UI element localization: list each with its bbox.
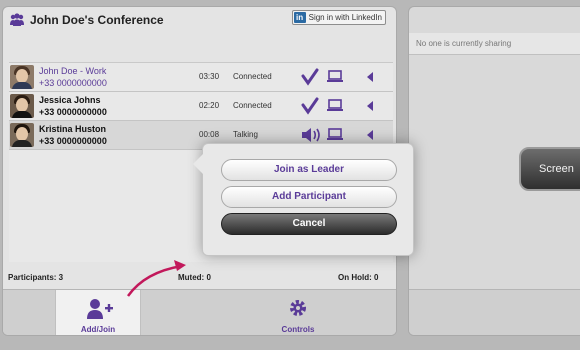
participant-row[interactable]: John Doe - Work +33 0000000000 03:30 Con…: [9, 63, 393, 92]
annotation-arrow-icon: [126, 260, 186, 297]
linkedin-logo-icon: in: [293, 12, 306, 23]
on-hold-count: On Hold: 0: [338, 273, 379, 282]
screen-share-icon[interactable]: [327, 70, 343, 84]
sharing-panel: No one is currently sharing Screen: [408, 6, 580, 336]
add-join-label: Add/Join: [80, 325, 116, 334]
add-participant-button[interactable]: Add Participant: [221, 186, 397, 208]
screen-share-label: Screen: [539, 163, 574, 175]
linkedin-signin-label: Sign in with LinkedIn: [308, 13, 382, 22]
sharing-status-text: No one is currently sharing: [416, 39, 512, 48]
participant-status: Connected: [233, 101, 272, 110]
check-icon[interactable]: [301, 68, 319, 86]
avatar: [10, 123, 34, 147]
linkedin-signin-button[interactable]: in Sign in with LinkedIn: [291, 10, 386, 25]
check-icon[interactable]: [301, 97, 319, 115]
avatar: [10, 94, 34, 118]
participant-number: +33 0000000000: [39, 78, 107, 88]
controls-button[interactable]: Controls: [255, 290, 341, 335]
screen-share-button[interactable]: Screen: [519, 147, 580, 191]
controls-label: Controls: [281, 325, 315, 334]
participant-duration: 02:20: [199, 101, 220, 110]
participant-status: Talking: [233, 130, 258, 139]
row-expand-arrow-icon[interactable]: [367, 72, 373, 82]
participant-number: +33 0000000000: [39, 107, 107, 117]
join-as-leader-button[interactable]: Join as Leader: [221, 159, 397, 181]
conference-header: John Doe's Conference in Sign in with Li…: [3, 7, 396, 33]
screen-share-icon[interactable]: [327, 99, 343, 113]
speaker-icon[interactable]: [301, 126, 323, 144]
add-user-icon: [87, 299, 113, 319]
screen-share-icon[interactable]: [327, 128, 343, 142]
participant-name: Jessica Johns: [39, 95, 101, 105]
participant-status: Connected: [233, 72, 272, 81]
row-expand-arrow-icon[interactable]: [367, 101, 373, 111]
participant-duration: 00:08: [199, 130, 220, 139]
participant-duration: 03:30: [199, 72, 220, 81]
conference-group-icon: [10, 13, 24, 26]
avatar: [10, 65, 34, 89]
sharing-status-bar: No one is currently sharing: [409, 33, 580, 55]
cancel-button[interactable]: Cancel: [221, 213, 397, 235]
conference-title: John Doe's Conference: [30, 13, 164, 27]
participant-number: +33 0000000000: [39, 136, 107, 146]
row-expand-arrow-icon[interactable]: [367, 130, 373, 140]
participants-count: Participants: 3: [8, 273, 64, 282]
popup-caret: [193, 154, 203, 174]
participant-row[interactable]: Jessica Johns +33 0000000000 02:20 Conne…: [9, 92, 393, 121]
participant-name: John Doe - Work: [39, 66, 107, 76]
participant-name: Kristina Huston: [39, 124, 107, 134]
add-join-popup: Join as Leader Add Participant Cancel: [193, 143, 414, 256]
sharing-bottom-bar: [409, 289, 580, 335]
gear-icon: [290, 300, 306, 316]
